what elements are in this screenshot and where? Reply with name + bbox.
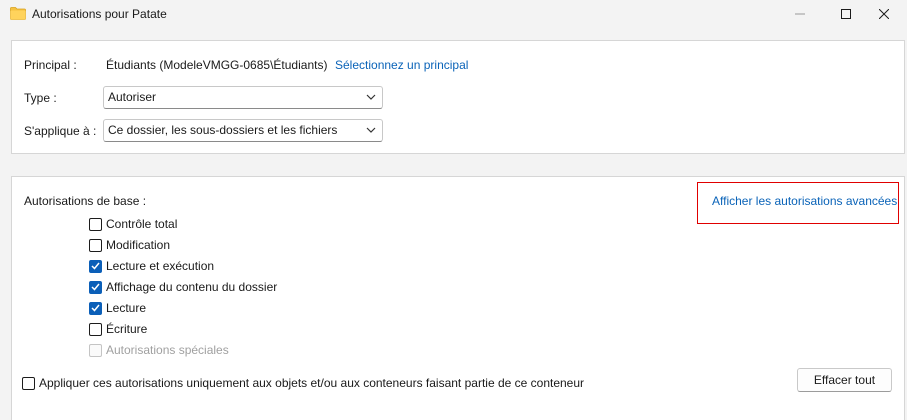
principal-label: Principal : [24, 58, 77, 72]
advanced-permissions-link[interactable]: Afficher les autorisations avancées [712, 194, 897, 208]
minimize-icon [795, 13, 805, 15]
select-principal-link[interactable]: Sélectionnez un principal [335, 58, 468, 72]
permission-full-control[interactable]: Contrôle total [89, 216, 177, 232]
permission-label: Modification [106, 238, 171, 252]
chevron-down-icon [366, 94, 376, 100]
permission-write[interactable]: Écriture [89, 321, 147, 337]
checkbox-checked[interactable] [89, 280, 102, 294]
principal-value: Étudiants (ModeleVMGG-0685\Étudiants) [106, 58, 328, 72]
permission-label: Autorisations spéciales [106, 343, 229, 357]
folder-icon [10, 7, 26, 20]
checkbox[interactable] [89, 238, 102, 252]
checkbox-checked[interactable] [89, 259, 102, 273]
permission-label: Contrôle total [106, 217, 178, 231]
type-select-value: Autoriser [108, 90, 157, 104]
basic-permissions-title: Autorisations de base : [24, 194, 147, 208]
permission-special: Autorisations spéciales [89, 342, 229, 358]
minimize-button[interactable] [777, 0, 823, 28]
checkmark-icon [91, 283, 100, 291]
permission-list-folder[interactable]: Affichage du contenu du dossier [89, 279, 277, 295]
permission-label: Lecture [106, 301, 147, 315]
title-bar: Autorisations pour Patate [0, 0, 907, 28]
permission-read[interactable]: Lecture [89, 300, 146, 316]
applies-to-select-value: Ce dossier, les sous-dossiers et les fic… [108, 123, 338, 137]
type-select[interactable]: Autoriser [103, 86, 383, 109]
applies-to-label: S'applique à : [24, 124, 97, 138]
apply-only-label: Appliquer ces autorisations uniquement a… [39, 376, 585, 390]
checkbox[interactable] [89, 322, 102, 336]
permission-modify[interactable]: Modification [89, 237, 170, 253]
permission-label: Lecture et exécution [106, 259, 215, 273]
permission-read-execute[interactable]: Lecture et exécution [89, 258, 214, 274]
apply-only-checkbox-row[interactable]: Appliquer ces autorisations uniquement a… [22, 375, 584, 391]
checkbox-disabled [89, 343, 102, 357]
close-button[interactable] [861, 0, 907, 28]
checkmark-icon [91, 262, 100, 270]
chevron-down-icon [366, 127, 376, 133]
type-label: Type : [24, 91, 57, 105]
checkbox[interactable] [89, 217, 102, 231]
apply-only-checkbox[interactable] [22, 376, 35, 390]
checkbox-checked[interactable] [89, 301, 102, 315]
window-title: Autorisations pour Patate [32, 7, 167, 21]
applies-to-select[interactable]: Ce dossier, les sous-dossiers et les fic… [103, 119, 383, 142]
maximize-icon [841, 9, 851, 19]
permission-label: Affichage du contenu du dossier [106, 280, 278, 294]
clear-all-button[interactable]: Effacer tout [797, 368, 892, 392]
checkmark-icon [91, 304, 100, 312]
permission-label: Écriture [106, 322, 148, 336]
close-icon [879, 9, 889, 19]
